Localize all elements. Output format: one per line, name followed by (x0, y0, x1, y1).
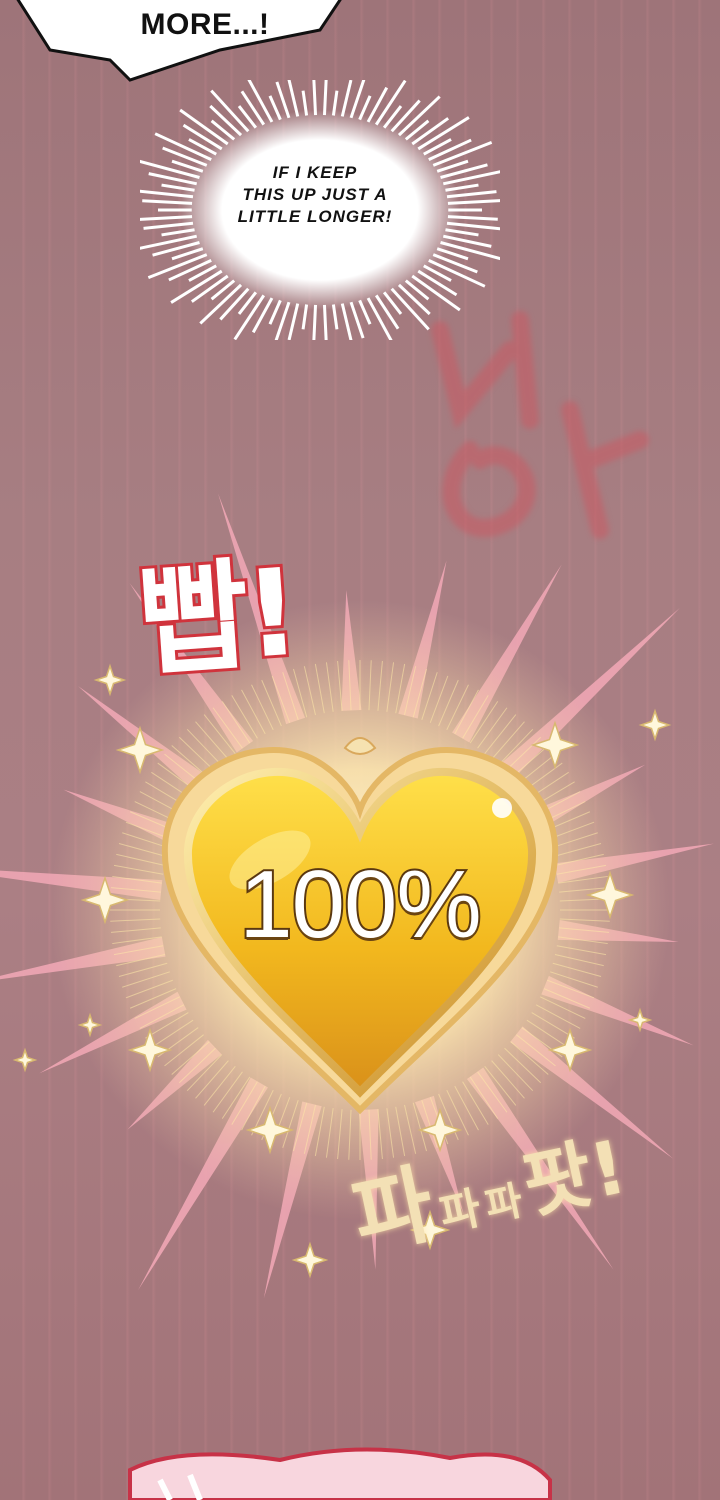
burst-spike (322, 80, 328, 116)
burst-spike (349, 80, 366, 119)
burst-spike (312, 304, 318, 340)
sparkle-icon (93, 663, 127, 697)
sparkle-icon (291, 1241, 329, 1279)
burst-spike (340, 80, 353, 117)
sfx-papa-2: 파 (435, 1182, 486, 1241)
burst-spike (274, 301, 291, 340)
burst-spike (366, 86, 389, 123)
sfx-bbak: 빱! (131, 541, 303, 697)
sfx-papa-3: 파 (481, 1177, 527, 1231)
sparkle-icon (638, 708, 672, 742)
speech-bubble-text: MORE...! (140, 8, 270, 41)
burst-spike (322, 304, 328, 340)
heart-percent-label: 100% (237, 849, 484, 960)
bottom-speech-bubble (128, 1447, 552, 1500)
sfx-papa-4: 팟! (516, 1124, 634, 1230)
thought-burst-text: IF I KEEP THIS UP JUST A LITTLE LONGER! (237, 163, 393, 226)
burst-spike (312, 80, 318, 116)
comic-panel: MORE...! IF I KEEP THIS UP JUST A LITTLE… (0, 0, 720, 1500)
burst-spike (287, 303, 300, 340)
sparkle-icon (12, 1047, 38, 1073)
burst-spike (251, 297, 274, 334)
